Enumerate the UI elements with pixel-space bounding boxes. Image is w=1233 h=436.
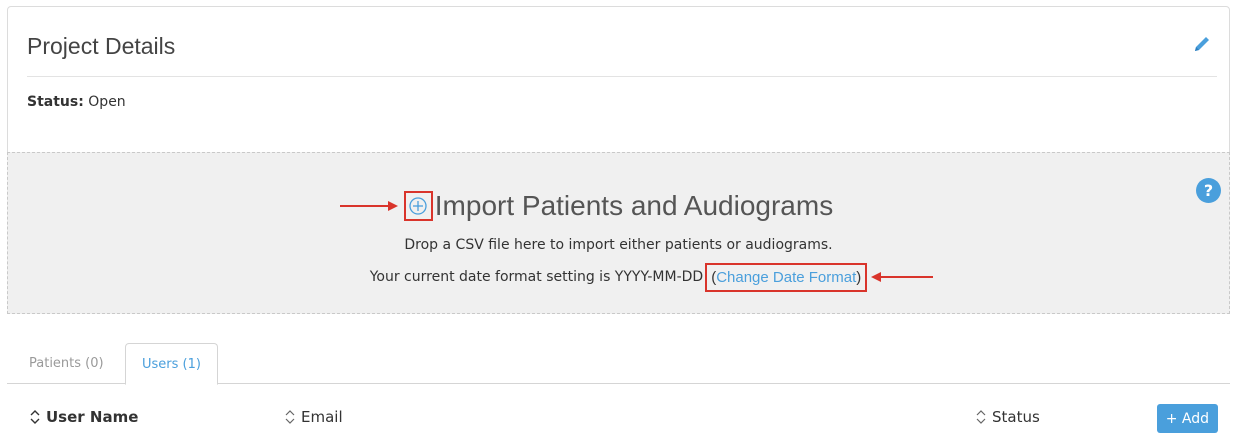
annotation-arrow-left-icon: [871, 272, 934, 282]
import-title: Import Patients and Audiograms: [434, 190, 834, 221]
close-paren: ): [856, 268, 862, 286]
card-title: Project Details: [27, 33, 176, 59]
annotation-arrow-right-icon: [339, 201, 398, 211]
change-date-format-link[interactable]: Change Date Format: [716, 269, 856, 286]
add-circle-button[interactable]: [403, 191, 433, 221]
date-format-text: Your current date format setting is YYYY…: [369, 269, 704, 285]
sort-icon: [976, 410, 986, 424]
card-divider: [27, 76, 1217, 77]
column-label: User Name: [46, 408, 139, 426]
plus-circle-icon: [409, 197, 427, 215]
drop-instructions: Drop a CSV file here to import either pa…: [404, 237, 833, 253]
sort-icon: [30, 410, 40, 424]
tab-users[interactable]: Users (1): [125, 343, 218, 385]
column-status[interactable]: Status: [975, 408, 1040, 426]
import-header: Import Patients and Audiograms: [8, 188, 1229, 224]
tab-bar: Patients (0) Users (1): [7, 343, 1230, 385]
sort-icon: [285, 410, 295, 424]
project-details-card: Project Details Status: Open: [7, 6, 1230, 162]
status-label: Status:: [27, 94, 84, 110]
column-label: Email: [301, 408, 343, 426]
change-date-format-highlight: (Change Date Format): [705, 262, 868, 292]
users-table-header: User Name Email Status + Add: [7, 400, 1230, 436]
column-user-name[interactable]: User Name: [29, 408, 138, 426]
status-value: Open: [88, 94, 126, 110]
status-row: Status: Open: [27, 94, 126, 110]
column-email[interactable]: Email: [284, 408, 343, 426]
column-label: Status: [992, 408, 1040, 426]
csv-drop-zone[interactable]: ? Import Patients and Audiograms Drop a …: [7, 152, 1230, 314]
date-format-row: Your current date format setting is YYYY…: [8, 261, 1229, 293]
pencil-icon[interactable]: [1191, 33, 1213, 55]
add-user-button[interactable]: + Add: [1156, 404, 1218, 433]
tab-patients[interactable]: Patients (0): [13, 343, 120, 384]
